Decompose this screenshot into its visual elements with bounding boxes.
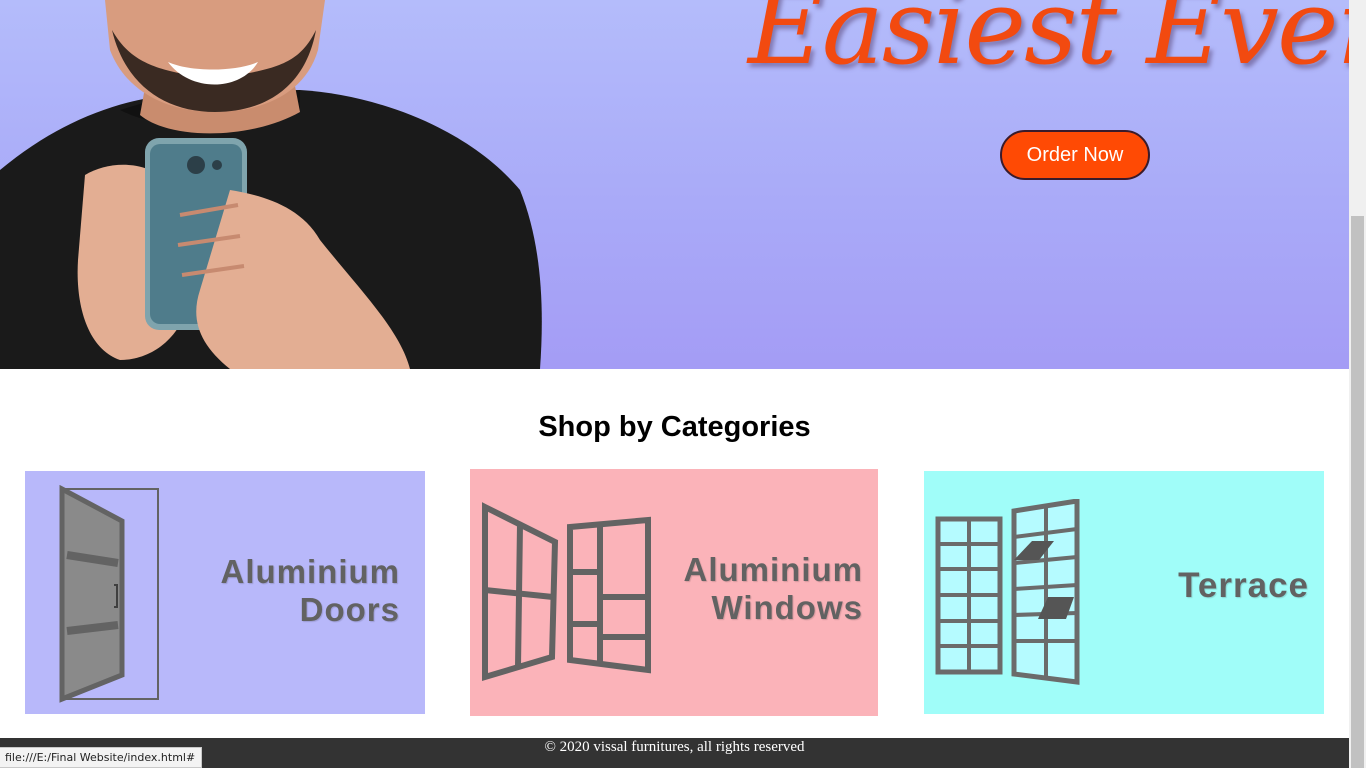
hero-banner: Easiest Ever Order Now [0,0,1349,369]
category-label-line2: Doors [299,591,400,628]
browser-status-url: file:///E:/Final Website/index.html# [0,747,203,768]
category-label: Aluminium Doors [180,553,400,629]
footer-copyright: © 2020 vissal furnitures, all rights res… [544,739,805,755]
window-icon [482,502,651,682]
category-label-line2: Windows [711,589,863,626]
category-card-aluminium-doors[interactable]: Aluminium Doors [25,471,425,714]
footer: © 2020 vissal furnitures, all rights res… [0,738,1349,768]
category-label: Terrace [1089,567,1309,605]
category-card-aluminium-windows[interactable]: Aluminium Windows [470,469,878,716]
vertical-scrollbar[interactable] [1349,0,1366,768]
hero-title: Easiest Ever [748,0,1349,88]
category-label-line1: Aluminium [220,553,400,590]
door-icon [59,485,159,703]
category-label-line1: Aluminium [683,551,863,588]
category-label: Aluminium Windows [643,551,863,627]
categories-heading: Shop by Categories [538,411,811,443]
terrace-window-icon [935,499,1080,685]
category-label-line1: Terrace [1178,566,1309,605]
scrollbar-thumb[interactable] [1351,216,1364,768]
category-card-terrace[interactable]: Terrace [924,471,1324,714]
order-now-button[interactable]: Order Now [1000,130,1150,180]
hero-person-image [0,0,542,369]
